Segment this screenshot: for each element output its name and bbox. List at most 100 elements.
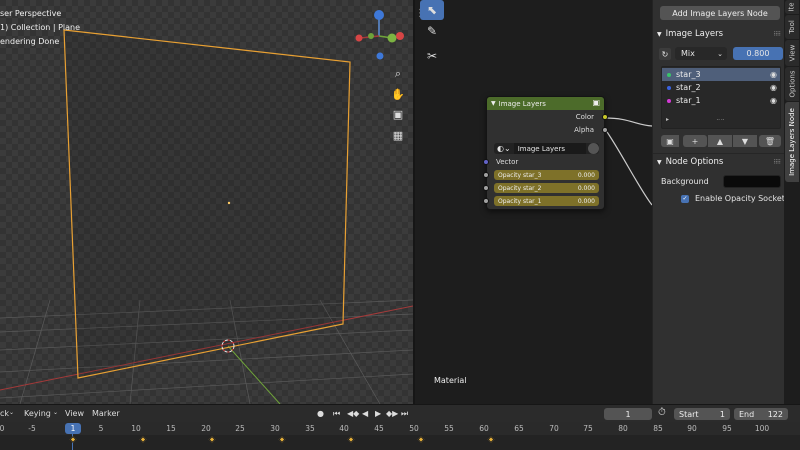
play-reverse-icon[interactable]: ◀	[362, 409, 368, 418]
enable-opacity-sockets-checkbox[interactable]: ✓ Enable Opacity Sockets	[681, 194, 789, 203]
node-image-icon: ▣	[592, 98, 600, 107]
tick-label: 0	[0, 424, 5, 433]
current-frame-field[interactable]: 1	[604, 408, 652, 420]
input-vector-socket[interactable]	[483, 159, 489, 165]
jump-end-icon[interactable]: ⏭	[401, 409, 408, 419]
add-layer-button[interactable]: +	[683, 135, 707, 147]
eye-icon[interactable]: ◉	[770, 83, 777, 92]
list-item[interactable]: star_1 ◉	[662, 94, 780, 107]
jump-start-icon[interactable]: ⏮	[333, 409, 340, 419]
image-browse-icon[interactable]: ◐⌄	[497, 144, 511, 153]
grid-icon[interactable]: ▦	[390, 127, 406, 143]
end-frame-field[interactable]: End 122	[734, 408, 788, 420]
timeline[interactable]: 0 -5 1 5 10 15 20 25 30 35 40 45 50 55 6…	[0, 422, 800, 450]
tab-view[interactable]: View	[785, 40, 799, 66]
image-datablock-field[interactable]: ◐⌄ Image Layers	[494, 143, 599, 154]
record-icon[interactable]: ●	[317, 409, 324, 418]
play-icon[interactable]: ▶	[375, 409, 381, 418]
blend-value-slider[interactable]: 0.800	[733, 47, 783, 60]
layer-color-icon	[667, 72, 671, 77]
menu-keying[interactable]: Keying	[24, 409, 51, 418]
image-name[interactable]: Image Layers	[513, 143, 586, 154]
panel-grip-icon[interactable]: ⠿⠿	[773, 159, 781, 166]
checkbox-label: Enable Opacity Sockets	[695, 194, 790, 203]
move-up-button[interactable]: ▲	[708, 135, 732, 147]
list-item[interactable]: star_2 ◉	[662, 81, 780, 94]
tab-item[interactable]: Ite	[785, 0, 799, 14]
background-color-swatch[interactable]	[723, 175, 781, 188]
chevron-down-icon: ⌄	[53, 409, 59, 416]
opacity-star3-socket[interactable]	[483, 172, 489, 178]
keyframe[interactable]	[208, 435, 216, 444]
navigation-gizmo[interactable]	[355, 10, 405, 60]
checkmark-icon[interactable]: ✓	[681, 194, 689, 203]
start-frame-field[interactable]: Start 1	[674, 408, 730, 420]
next-keyframe-icon[interactable]: ◆▶	[386, 409, 398, 418]
node-editor[interactable]: ⋮ ⬉ ✎ ✂ ▼ Image Layers ▣ Color Alpha ◐⌄ …	[415, 0, 652, 404]
opacity-star1-slider[interactable]: Opacity star_1 0.000	[494, 196, 599, 206]
tick-label: 70	[549, 424, 559, 433]
collapse-icon[interactable]: ▼	[491, 100, 496, 107]
expand-filter-icon[interactable]: ▸	[666, 116, 669, 123]
timeline-header[interactable]: ck ⌄ Keying ⌄ View Marker ● ⏮ ◀◆ ◀ ▶ ◆▶ …	[0, 404, 800, 422]
keyframe[interactable]	[69, 435, 77, 444]
origin-dot	[227, 201, 231, 205]
output-alpha-socket[interactable]	[602, 127, 608, 133]
image-layers-node[interactable]: ▼ Image Layers ▣ Color Alpha ◐⌄ Image La…	[483, 96, 608, 210]
image-add-icon[interactable]: ▣	[661, 135, 679, 147]
keyframe[interactable]	[347, 435, 355, 444]
resize-grip-icon[interactable]: ⠒⠒	[716, 117, 725, 124]
zoom-icon[interactable]: ⌕	[390, 66, 406, 82]
delete-layer-button[interactable]: 🗑	[759, 135, 781, 147]
opacity-star2-slider[interactable]: Opacity star_2 0.000	[494, 183, 599, 193]
slider-label: Opacity star_2	[498, 184, 542, 192]
opacity-star3-slider[interactable]: Opacity star_3 0.000	[494, 170, 599, 180]
menu-view[interactable]: View	[65, 409, 84, 418]
node-header[interactable]: ▼ Image Layers ▣	[487, 97, 604, 110]
stopwatch-icon[interactable]: ⏱	[658, 407, 666, 418]
3d-viewport[interactable]: ser Perspective 1) Collection | Plane en…	[0, 0, 413, 404]
panel-grip-icon[interactable]: ⠿⠿	[773, 31, 781, 38]
plane-outline[interactable]	[63, 29, 351, 379]
keyframe[interactable]	[139, 435, 147, 444]
opacity-star1-socket[interactable]	[483, 198, 489, 204]
blend-icon[interactable]: ↻	[659, 48, 671, 60]
image-layers-panel-header[interactable]: ▼ Image Layers	[657, 29, 723, 39]
view-perspective-label: ser Perspective	[0, 9, 62, 18]
keyframe[interactable]	[417, 435, 425, 444]
tab-options[interactable]: Options	[785, 67, 799, 101]
output-color-label: Color	[575, 113, 594, 121]
playhead-frame[interactable]: 1	[65, 423, 81, 434]
panel-title: Node Options	[665, 157, 724, 167]
tab-tool[interactable]: Tool	[785, 15, 799, 39]
layer-list[interactable]: star_3 ◉ star_2 ◉ star_1 ◉ ▸ ⠒⠒	[661, 66, 781, 129]
keyframe[interactable]	[487, 435, 495, 444]
hand-icon[interactable]: ✋	[390, 86, 406, 102]
fake-user-icon[interactable]	[588, 143, 599, 154]
eye-icon[interactable]: ◉	[770, 96, 777, 105]
blend-mode-dropdown[interactable]: Mix ⌄	[675, 47, 727, 60]
divider	[653, 153, 785, 154]
add-image-layers-node-button[interactable]: Add Image Layers Node	[660, 6, 780, 20]
tick-label: 85	[653, 424, 663, 433]
list-item[interactable]: star_3 ◉	[662, 68, 780, 81]
tick-label: 100	[754, 424, 770, 433]
layer-name: star_3	[676, 70, 701, 79]
node-options-panel-header[interactable]: ▼ Node Options	[657, 157, 723, 167]
eye-icon[interactable]: ◉	[770, 70, 777, 79]
move-down-button[interactable]: ▼	[733, 135, 757, 147]
camera-icon[interactable]: ▣	[390, 106, 406, 122]
tab-image-layers-node[interactable]: Image Layers Node	[785, 102, 799, 182]
tick-label: 10	[131, 424, 141, 433]
tick-label: 60	[479, 424, 489, 433]
frame-ruler[interactable]: 0 -5 1 5 10 15 20 25 30 35 40 45 50 55 6…	[0, 422, 800, 435]
chevron-down-icon: ⌄	[717, 49, 723, 58]
output-color-socket[interactable]	[602, 114, 608, 120]
sidebar-panel[interactable]: Add Image Layers Node ▼ Image Layers ⠿⠿ ↻…	[652, 0, 789, 404]
menu-playback[interactable]: ck	[0, 409, 9, 418]
keyframe[interactable]	[278, 435, 286, 444]
sidebar-tabs[interactable]: Ite Tool View Options Image Layers Node	[784, 0, 800, 404]
prev-keyframe-icon[interactable]: ◀◆	[347, 409, 359, 418]
menu-marker[interactable]: Marker	[92, 409, 120, 418]
opacity-star2-socket[interactable]	[483, 185, 489, 191]
